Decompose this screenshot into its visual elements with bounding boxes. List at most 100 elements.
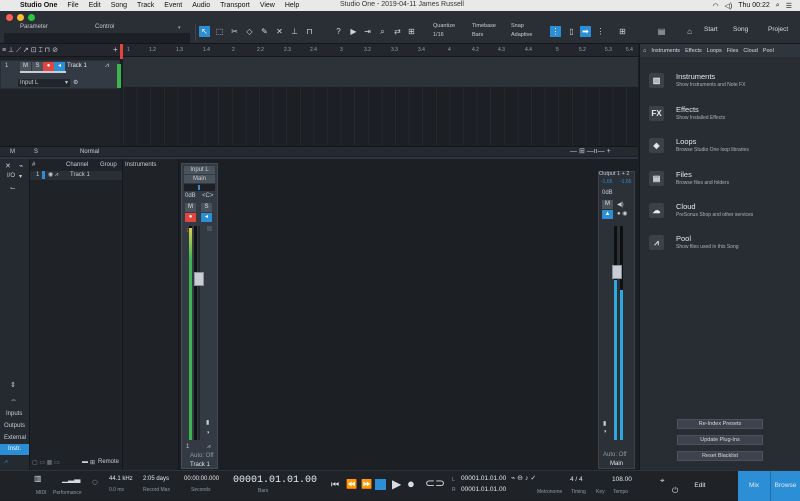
record-arm-button[interactable]: ● — [43, 62, 54, 71]
browser-item-instruments[interactable]: ▥ Instruments Show Instruments and Note … — [649, 71, 799, 93]
eraser-tool-icon[interactable]: ◇ — [244, 26, 255, 37]
view-icon[interactable]: ⊞ — [90, 459, 95, 466]
remote-button[interactable]: Remote — [98, 459, 119, 465]
browse-tab[interactable]: Browse — [770, 471, 800, 501]
main-dim-icon[interactable]: ◀) — [617, 201, 624, 208]
key-label[interactable]: Key — [596, 489, 605, 495]
main-monitor-button[interactable]: ▲ — [602, 210, 613, 219]
strip-link-icon[interactable]: ◑ — [206, 430, 210, 436]
browser-item-loops[interactable]: ◈ Loops Browse Studio One loop libraries — [649, 136, 799, 158]
project-button[interactable]: Project — [768, 26, 788, 33]
zoom-controls-icon[interactable]: — ⊞ —ıı— + — [570, 147, 611, 155]
browser-item-cloud[interactable]: ☁ Cloud PreSonus Shop and other services — [649, 201, 799, 223]
parameter-label[interactable]: Parameter — [20, 24, 48, 30]
autoscroll-icon[interactable]: ⇥ — [362, 26, 373, 37]
main-mono-icon[interactable]: ● ◉ — [617, 210, 628, 217]
timebase-value[interactable]: Bars — [472, 32, 483, 38]
main-expand-icon[interactable]: ▮ — [603, 420, 606, 427]
edit-tab[interactable]: Edit — [684, 471, 716, 501]
main-automation[interactable]: Auto: Off — [603, 452, 627, 458]
return-to-zero-icon[interactable]: ⏮ — [331, 479, 339, 490]
search-icon[interactable]: ⌕ — [776, 2, 780, 10]
dropdown-arrow-icon[interactable]: ▾ — [19, 173, 22, 180]
bend-tool-icon[interactable]: ⊥ — [289, 26, 300, 37]
strip-record-button[interactable]: ● — [185, 213, 196, 222]
follow-icon[interactable]: ▶ — [348, 26, 359, 37]
loop-left-value[interactable]: 00001.01.01.00 — [461, 475, 506, 482]
menu-audio[interactable]: Audio — [192, 2, 210, 9]
bars-value[interactable]: 00001.01.01.00 — [233, 475, 317, 486]
clock[interactable]: Thu 00:22 — [738, 2, 770, 9]
range-tool-icon[interactable]: ⬚ — [214, 26, 225, 37]
settings-icon[interactable]: ⚙ — [73, 79, 78, 86]
panel-toggle-icon[interactable]: ▬ — [82, 459, 88, 465]
strip-mute-button[interactable]: M — [185, 203, 196, 212]
reindex-presets-button[interactable]: Re-Index Presets — [677, 419, 763, 429]
outputs-button[interactable]: Outputs — [4, 423, 25, 429]
zoom-window-icon[interactable] — [28, 14, 35, 21]
ruler[interactable]: ≡ ⊥ ⟋ ↗ ⊡ ⌶ ⊓ ⊘ + 1 1.2 1.3 1.4 2 2.2 2.… — [0, 44, 638, 57]
snap-toggle-icon[interactable]: ⊞ — [406, 26, 417, 37]
strip-level[interactable]: 0dB — [185, 193, 196, 199]
menu-view[interactable]: View — [260, 2, 275, 9]
channel-row[interactable]: 1 ◉ ⩘ Track 1 — [30, 171, 122, 180]
main-link-icon[interactable]: ◑ — [603, 429, 607, 435]
menu-list-icon[interactable]: ☰ — [786, 2, 792, 10]
sample-rate[interactable]: 44.1 kHz — [109, 476, 133, 482]
inputs-button[interactable]: Inputs — [6, 411, 22, 417]
strip-name[interactable]: Track 1 — [190, 462, 210, 468]
close-icon[interactable]: ✕ — [5, 162, 11, 170]
strip-solo-button[interactable]: S — [201, 203, 212, 212]
main-mute-button[interactable]: M — [602, 200, 613, 209]
quantize-value[interactable]: 1/16 — [433, 32, 444, 38]
update-plugins-button[interactable]: Update Plug-Ins — [677, 435, 763, 445]
mute-button[interactable]: M — [20, 62, 31, 71]
tempo-value[interactable]: 108.00 — [612, 476, 632, 483]
expand-vertical-icon[interactable]: ⇕ — [10, 381, 16, 389]
play-button[interactable]: ▶ — [392, 477, 401, 491]
control-label[interactable]: Control — [95, 24, 114, 30]
stop-button[interactable] — [375, 479, 386, 490]
parameter-value-field[interactable] — [4, 33, 190, 43]
main-volume-fader[interactable] — [612, 265, 622, 279]
monitor-button[interactable]: ◂ — [54, 62, 65, 71]
expand-horizontal-icon[interactable]: ⇔ — [10, 397, 17, 404]
tab-loops[interactable]: Loops — [707, 48, 722, 54]
close-window-icon[interactable] — [6, 14, 13, 21]
main-name[interactable]: Main — [610, 461, 623, 467]
menu-transport[interactable]: Transport — [220, 2, 250, 9]
split-tool-icon[interactable]: ✂ — [229, 26, 240, 37]
add-track-icon[interactable]: + — [113, 45, 118, 54]
menu-edit[interactable]: Edit — [89, 2, 101, 9]
browser-item-effects[interactable]: FX Effects Show Installed Effects — [649, 104, 799, 126]
save-icon[interactable]: ▤ — [656, 26, 667, 37]
menu-help[interactable]: Help — [285, 2, 299, 9]
rewind-icon[interactable]: ⏪ — [346, 479, 357, 490]
power-icon[interactable]: ⏻ — [672, 486, 678, 496]
mix-tab[interactable]: Mix — [738, 471, 770, 501]
main-peak-left[interactable]: -1.65 — [601, 179, 612, 185]
pin-icon[interactable]: ⌁ — [19, 162, 23, 170]
track-header[interactable]: 1 M S ● ◂ Track 1 ⩘ Input L ▾ ⚙ — [0, 60, 121, 89]
dial-icon[interactable]: ◌ — [92, 477, 98, 488]
fast-forward-icon[interactable]: ⏩ — [361, 479, 372, 490]
global-mute-button[interactable]: M — [10, 149, 15, 155]
strip-pan[interactable]: <C> — [202, 193, 213, 199]
visibility-icon[interactable]: ◉ ⩘ — [48, 171, 58, 179]
channel-strip[interactable]: Input L Main 0dB <C> M S ● ◂ 1 ▮ ◑ 1 ⩘ A… — [181, 163, 218, 469]
track-lane[interactable] — [123, 57, 638, 87]
inspector-icon[interactable]: ▯ — [566, 26, 577, 37]
browser-item-files[interactable]: ▤ Files Browse files and folders — [649, 169, 799, 191]
loop-right-value[interactable]: 00001.01.01.00 — [461, 486, 506, 493]
tab-cloud[interactable]: Cloud — [743, 48, 757, 54]
volume-slider[interactable] — [20, 71, 66, 73]
start-button[interactable]: Start — [704, 26, 718, 33]
strip-expand-icon[interactable]: ▮ — [206, 419, 209, 426]
instr-button[interactable]: Instr. — [0, 444, 29, 455]
tab-instruments[interactable]: Instruments — [651, 48, 680, 54]
help-icon[interactable]: ? — [333, 26, 344, 37]
input-select[interactable]: Input L ▾ — [18, 79, 70, 87]
record-button[interactable]: ● — [407, 476, 415, 491]
arrow-tool-icon[interactable]: ↖ — [199, 26, 210, 37]
metronome-controls-icon[interactable]: ⌁ ⊖ ♪ ✓ — [511, 474, 536, 482]
